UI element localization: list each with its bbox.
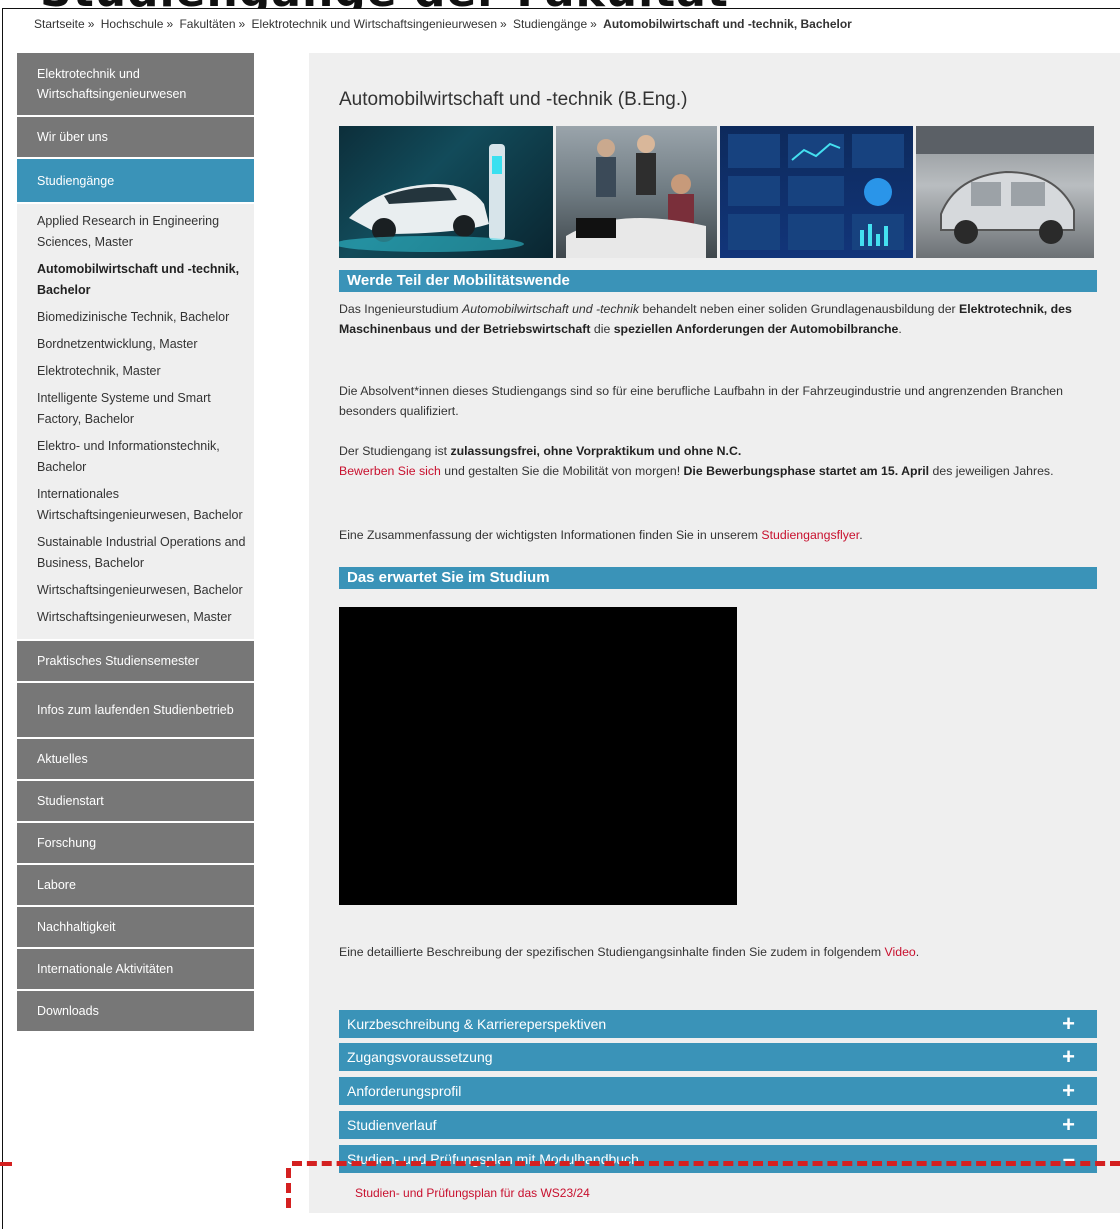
sidebar-item-labore[interactable]: Labore [17, 865, 254, 905]
sidebar-item-about[interactable]: Wir über uns [17, 117, 254, 157]
sidebar-submenu: Applied Research in Engineering Sciences… [17, 204, 254, 639]
sidebar-item-studienstart[interactable]: Studienstart [17, 781, 254, 821]
sidebar-item-praktikum[interactable]: Praktisches Studiensemester [17, 641, 254, 681]
sidebar-item-international[interactable]: Internationale Aktivitäten [17, 949, 254, 989]
sidebar-item-studiengaenge[interactable]: Studiengänge [17, 159, 254, 202]
flyer-paragraph: Eine Zusammenfassung der wichtigsten Inf… [339, 528, 863, 542]
highlight-dashed-line-vertical [286, 1168, 291, 1208]
sidebar-item-aktuelles[interactable]: Aktuelles [17, 739, 254, 779]
pruefungsplan-download-link[interactable]: Studien- und Prüfungsplan für das WS23/2… [355, 1186, 590, 1200]
highlight-marker [0, 1162, 12, 1166]
banner-images [339, 126, 1097, 258]
sidebar-subitem[interactable]: Internationales Wirtschaftsingenieurwese… [17, 481, 254, 529]
sidebar-item-forschung[interactable]: Forschung [17, 823, 254, 863]
intro-paragraph: Das Ingenieurstudium Automobilwirtschaft… [339, 302, 1072, 336]
electric-car-image [339, 126, 553, 258]
breadcrumb: Startseite» Hochschule» Fakultäten» Elek… [34, 17, 852, 31]
accordion-zugang[interactable]: Zugangsvoraussetzung + [339, 1043, 1097, 1071]
sidebar-subitem[interactable]: Bordnetzentwicklung, Master [17, 331, 254, 358]
breadcrumb-item[interactable]: Fakultäten [179, 17, 235, 31]
section-heading-mobilitaetswende: Werde Teil der Mobilitätswende [339, 270, 1097, 292]
sidebar-subitem[interactable]: Intelligente Systeme und Smart Factory, … [17, 385, 254, 433]
accordion-kurzbeschreibung[interactable]: Kurzbeschreibung & Karriereperspektiven … [339, 1010, 1097, 1038]
main-content-panel: Automobilwirtschaft und -technik (B.Eng.… [309, 53, 1120, 1213]
video-link[interactable]: Video [885, 945, 916, 959]
video-paragraph: Eine detaillierte Beschreibung der spezi… [339, 945, 920, 959]
sidebar-item-downloads[interactable]: Downloads [17, 991, 254, 1031]
sidebar-subitem[interactable]: Wirtschaftsingenieurwesen, Bachelor [17, 577, 254, 604]
data-dashboard-image [720, 126, 913, 258]
minus-icon: – [1062, 1146, 1075, 1171]
page-heading-partial: Studiengänge der Fakultät [40, 0, 729, 8]
section-heading-studium: Das erwartet Sie im Studium [339, 567, 1097, 589]
top-title-cut: Studiengänge der Fakultät [0, 0, 1120, 8]
plus-icon: + [1062, 1044, 1075, 1069]
sidebar-item-studienbetrieb[interactable]: Infos zum laufenden Studienbetrieb [17, 683, 254, 737]
sidebar-nav: Elektrotechnik und Wirtschaftsingenieurw… [17, 53, 254, 1033]
sidebar-subitem[interactable]: Sustainable Industrial Operations and Bu… [17, 529, 254, 577]
graduates-paragraph: Die Absolvent*innen dieses Studiengangs … [339, 384, 1063, 418]
accordion-pruefungsplan[interactable]: Studien- und Prüfungsplan mit Modulhandb… [339, 1145, 1097, 1173]
accordion-anforderungsprofil[interactable]: Anforderungsprofil + [339, 1077, 1097, 1105]
breadcrumb-item[interactable]: Studiengänge [513, 17, 587, 31]
highlight-dashed-line [292, 1161, 1120, 1166]
breadcrumb-item[interactable]: Elektrotechnik und Wirtschaftsingenieurw… [252, 17, 497, 31]
car-assembly-image [916, 126, 1094, 258]
video-player[interactable] [339, 607, 737, 905]
breadcrumb-item[interactable]: Hochschule [101, 17, 164, 31]
sidebar-subitem[interactable]: Elektro- und Informationstechnik, Bachel… [17, 433, 254, 481]
breadcrumb-item[interactable]: Startseite [34, 17, 85, 31]
students-lab-image [556, 126, 717, 258]
sidebar-subitem[interactable]: Applied Research in Engineering Sciences… [17, 208, 254, 256]
sidebar-subitem[interactable]: Wirtschaftsingenieurwesen, Master [17, 604, 254, 631]
page-title: Automobilwirtschaft und -technik (B.Eng.… [339, 89, 688, 110]
admission-paragraph: Der Studiengang ist zulassungsfrei, ohne… [339, 444, 1054, 478]
apply-link[interactable]: Bewerben Sie sich [339, 464, 441, 478]
sidebar-subitem[interactable]: Elektrotechnik, Master [17, 358, 254, 385]
sidebar-subitem-current[interactable]: Automobilwirtschaft und -technik, Bachel… [17, 256, 254, 304]
sidebar-subitem[interactable]: Biomedizinische Technik, Bachelor [17, 304, 254, 331]
sidebar-item-faculty[interactable]: Elektrotechnik und Wirtschaftsingenieurw… [17, 53, 254, 115]
sidebar-item-nachhaltigkeit[interactable]: Nachhaltigkeit [17, 907, 254, 947]
plus-icon: + [1062, 1011, 1075, 1036]
flyer-link[interactable]: Studiengangsflyer [761, 528, 859, 542]
accordion-studienverlauf[interactable]: Studienverlauf + [339, 1111, 1097, 1139]
plus-icon: + [1062, 1078, 1075, 1103]
breadcrumb-current: Automobilwirtschaft und -technik, Bachel… [603, 17, 852, 31]
plus-icon: + [1062, 1112, 1075, 1137]
